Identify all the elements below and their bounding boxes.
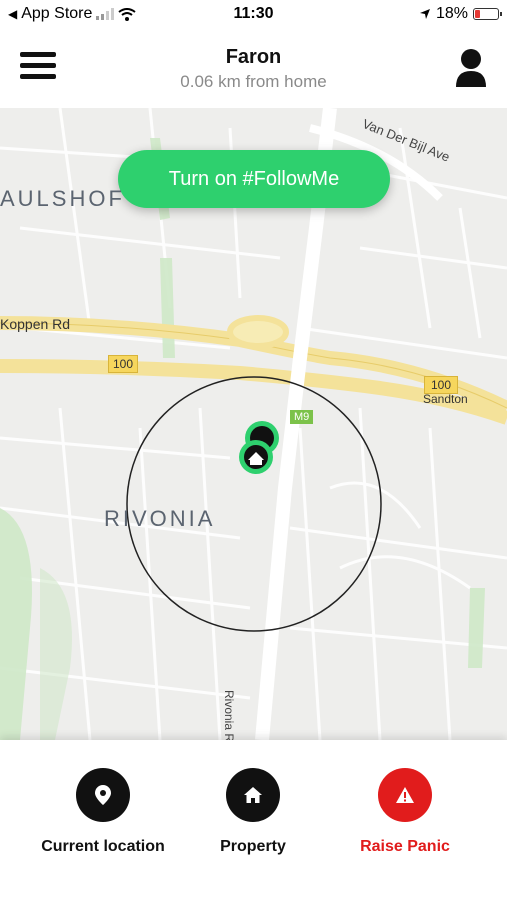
property-button[interactable]: Property [173, 768, 333, 856]
location-arrow-icon [419, 9, 430, 19]
header: Faron 0.06 km from home [0, 30, 507, 108]
battery-icon [473, 8, 502, 20]
map-pin-icon [95, 785, 111, 805]
page-title: Faron [225, 46, 282, 68]
property-label: Property [220, 838, 286, 855]
map-label-koppen-rd: Koppen Rd [0, 316, 71, 332]
map-label-rivonia-rd: Rivonia R [222, 690, 236, 740]
distance-from-home: 0.06 km from home [180, 72, 327, 91]
device-marker [239, 421, 279, 474]
map-label-aulshof: AULSHOF [0, 186, 125, 211]
bottom-action-bar: Current location Property Raise Panic [0, 740, 507, 900]
profile-button[interactable] [455, 48, 487, 88]
warning-icon [396, 787, 414, 803]
route-badge-100-left: 100 [108, 355, 139, 373]
current-location-label: Current location [41, 838, 165, 855]
battery-percent: 18% [435, 5, 468, 22]
map-label-sandton: Sandton [423, 392, 468, 406]
user-icon [456, 49, 486, 87]
raise-panic-button[interactable]: Raise Panic [325, 768, 485, 856]
status-bar: ◀ App Store 11:30 18% [0, 0, 507, 30]
followme-button[interactable]: Turn on #FollowMe [118, 150, 390, 208]
map-label-rivonia: RIVONIA [104, 506, 216, 531]
route-badge-m9: M9 [290, 410, 314, 424]
map-view[interactable]: Turn on #FollowMe AULSHOF RIVONIA Van De… [0, 108, 507, 740]
home-icon [244, 787, 262, 803]
current-location-button[interactable]: Current location [23, 768, 183, 856]
raise-panic-label: Raise Panic [360, 838, 450, 855]
